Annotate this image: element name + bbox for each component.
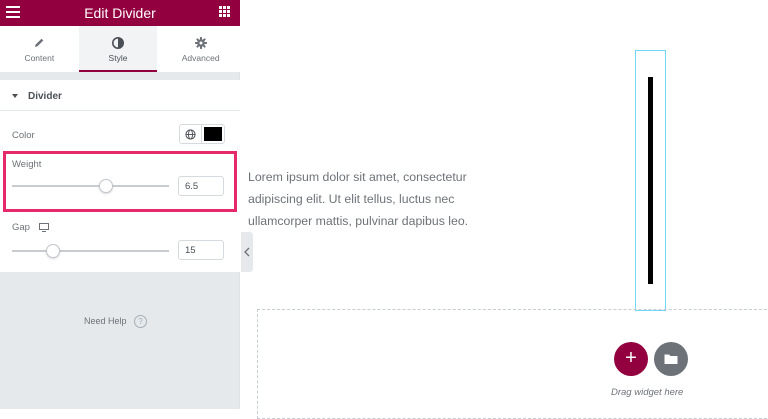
desktop-device-icon[interactable] [39,223,49,232]
collapse-panel-button[interactable] [241,232,253,272]
need-help-link[interactable]: Need Help [84,316,127,326]
tab-content-label: Content [24,53,55,63]
widgets-grid-icon[interactable] [219,6,230,17]
gap-input[interactable] [178,240,224,260]
gap-slider-handle[interactable] [45,244,60,258]
panel-header: Edit Divider [0,0,240,26]
weight-input[interactable] [178,176,224,196]
color-swatch[interactable] [201,124,225,144]
pencil-icon [35,38,44,47]
divider-widget-line [648,77,653,284]
globe-icon [185,129,196,140]
gap-label: Gap [12,222,30,233]
weight-label: Weight [12,159,42,170]
tab-content[interactable]: Content [0,26,79,72]
empty-section-dropzone[interactable] [257,309,768,419]
section-title: Divider [28,91,62,102]
section-toggle[interactable]: Divider [12,91,62,102]
color-label: Color [12,130,35,141]
editor-panel: Edit Divider Content Style Advanced Divi… [0,0,240,409]
chevron-left-icon [244,247,250,257]
weight-slider-track[interactable] [12,185,169,187]
text-editor-widget[interactable]: Lorem ipsum dolor sit amet, consectetur … [248,166,500,232]
tab-style-label: Style [108,53,128,63]
global-colors-button[interactable] [179,124,201,144]
tab-style[interactable]: Style [78,26,158,72]
panel-tabs: Content Style Advanced [0,26,240,72]
section-divider [0,110,240,111]
tab-advanced-label: Advanced [181,53,220,63]
drag-widget-hint: Drag widget here [611,387,684,398]
folder-icon [664,354,678,364]
help-icon[interactable]: ? [134,315,147,328]
gap-slider-track[interactable] [12,250,169,252]
tab-advanced[interactable]: Advanced [161,26,240,72]
half-circle-icon [112,37,124,49]
add-template-button[interactable] [654,342,688,376]
gear-icon [194,37,207,49]
panel-title: Edit Divider [84,5,156,21]
caret-down-icon [12,94,18,98]
add-section-button[interactable]: + [614,342,648,376]
color-swatch-fill [204,127,222,141]
